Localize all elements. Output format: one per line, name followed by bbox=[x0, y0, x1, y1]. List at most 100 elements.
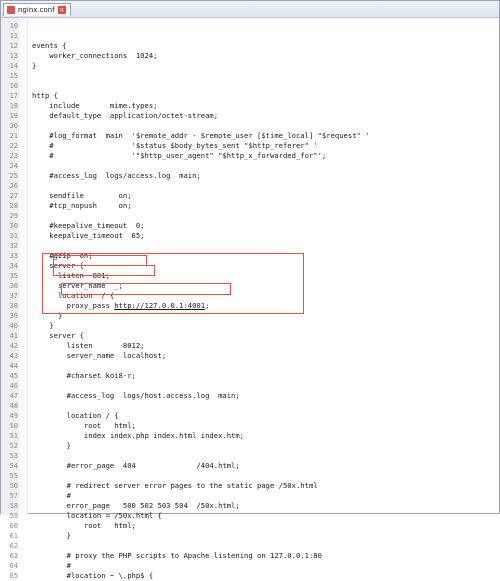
code-line[interactable]: 60 root html; bbox=[1, 521, 499, 531]
code-line[interactable]: 49 location / { bbox=[1, 411, 499, 421]
code-text: server { bbox=[32, 331, 84, 340]
code-line[interactable]: 54 #error_page 404 /404.html; bbox=[1, 461, 499, 471]
line-number: 65 bbox=[9, 572, 18, 580]
line-number: 57 bbox=[9, 492, 18, 500]
code-line[interactable]: 27 sendfile on; bbox=[1, 191, 499, 201]
code-line[interactable]: 25 #access_log logs/access.log main; bbox=[1, 171, 499, 181]
line-number: 39 bbox=[9, 312, 18, 320]
code-text: } bbox=[32, 61, 37, 70]
code-text: #keepalive_timeout 0; bbox=[32, 221, 145, 230]
line-number: 22 bbox=[9, 142, 18, 150]
line-number: 16 bbox=[9, 82, 18, 90]
line-number: 52 bbox=[9, 442, 18, 450]
code-line[interactable]: 13 worker_connections 1024; bbox=[1, 51, 499, 61]
code-text: location / { bbox=[32, 411, 119, 420]
code-line[interactable]: 63 # proxy the PHP scripts to Apache lis… bbox=[1, 551, 499, 561]
line-number: 43 bbox=[9, 352, 18, 360]
code-line[interactable]: 38 proxy_pass http://127.0.0.1:4001; bbox=[1, 301, 499, 311]
code-line[interactable]: 22 # '$status $body_bytes_sent "$http_re… bbox=[1, 141, 499, 151]
code-line[interactable]: 40 } bbox=[1, 321, 499, 331]
code-line[interactable]: 35 listen 801; bbox=[1, 271, 499, 281]
code-line[interactable]: 12 events { bbox=[1, 41, 499, 51]
code-editor[interactable]: 10 11 12 events {13 worker_connections 1024… bbox=[1, 18, 499, 580]
line-number: 41 bbox=[9, 332, 18, 340]
code-line[interactable]: 50 root html; bbox=[1, 421, 499, 431]
code-line[interactable]: 47 #access_log logs/host.access.log main… bbox=[1, 391, 499, 401]
code-line[interactable]: 36 server_name _; bbox=[1, 281, 499, 291]
line-number: 13 bbox=[9, 52, 18, 60]
code-line[interactable]: 42 listen 8012; bbox=[1, 341, 499, 351]
code-line[interactable]: 61 } bbox=[1, 531, 499, 541]
code-line[interactable]: 62 bbox=[1, 541, 499, 551]
line-number: 40 bbox=[9, 322, 18, 330]
file-icon bbox=[7, 6, 15, 14]
line-number: 35 bbox=[9, 272, 18, 280]
code-line[interactable]: 10 bbox=[1, 21, 499, 31]
code-text: keepalive_timeout 65; bbox=[32, 231, 145, 240]
line-number: 20 bbox=[9, 122, 18, 130]
code-line[interactable]: 37 location / { bbox=[1, 291, 499, 301]
code-text: # bbox=[32, 491, 71, 500]
code-line[interactable]: 21 #log_format main '$remote_addr - $rem… bbox=[1, 131, 499, 141]
code-line[interactable]: 32 bbox=[1, 241, 499, 251]
proxy-url-link[interactable]: http://127.0.0.1:4001 bbox=[114, 301, 205, 310]
line-number: 11 bbox=[9, 32, 18, 40]
code-line[interactable]: 48 bbox=[1, 401, 499, 411]
line-number: 33 bbox=[9, 252, 18, 260]
code-text: # bbox=[32, 561, 71, 570]
code-line[interactable]: 28 #tcp_nopush on; bbox=[1, 201, 499, 211]
code-text: #error_page 404 /404.html; bbox=[32, 461, 240, 470]
code-line[interactable]: 23 # '"$http_user_agent" "$http_x_forwar… bbox=[1, 151, 499, 161]
code-line[interactable]: 34 server { bbox=[1, 261, 499, 271]
line-number: 62 bbox=[9, 542, 18, 550]
code-line[interactable]: 64 # bbox=[1, 561, 499, 571]
code-line[interactable]: 11 bbox=[1, 31, 499, 41]
code-line[interactable]: 51 index index.php index.html index.htm; bbox=[1, 431, 499, 441]
code-text: error_page 500 502 503 504 /50x.html; bbox=[32, 501, 240, 510]
line-number: 44 bbox=[9, 362, 18, 370]
code-line[interactable]: 55 bbox=[1, 471, 499, 481]
code-line[interactable]: 17 http { bbox=[1, 91, 499, 101]
code-line[interactable]: 65 #location ~ \.php$ { bbox=[1, 571, 499, 581]
code-line[interactable]: 30 #keepalive_timeout 0; bbox=[1, 221, 499, 231]
line-number: 19 bbox=[9, 112, 18, 120]
code-text: server_name localhost; bbox=[32, 351, 167, 360]
line-number: 18 bbox=[9, 102, 18, 110]
code-text: #gzip on; bbox=[32, 251, 93, 260]
line-number: 29 bbox=[9, 212, 18, 220]
code-text: } bbox=[32, 441, 71, 450]
code-line[interactable]: 19 default_type application/octet-stream… bbox=[1, 111, 499, 121]
line-number: 37 bbox=[9, 292, 18, 300]
code-line[interactable]: 45 #charset koi8-r; bbox=[1, 371, 499, 381]
code-text: location = /50x.html { bbox=[32, 511, 162, 520]
code-line[interactable]: 46 bbox=[1, 381, 499, 391]
code-line[interactable]: 33 #gzip on; bbox=[1, 251, 499, 261]
code-line[interactable]: 41 server { bbox=[1, 331, 499, 341]
code-line[interactable]: 15 bbox=[1, 71, 499, 81]
code-line[interactable]: 57 # bbox=[1, 491, 499, 501]
code-line[interactable]: 44 bbox=[1, 361, 499, 371]
code-line[interactable]: 20 bbox=[1, 121, 499, 131]
code-line[interactable]: 39 } bbox=[1, 311, 499, 321]
line-number: 42 bbox=[9, 342, 18, 350]
code-line[interactable]: 59 location = /50x.html { bbox=[1, 511, 499, 521]
code-line[interactable]: 29 bbox=[1, 211, 499, 221]
code-text: # redirect server error pages to the sta… bbox=[32, 481, 318, 490]
code-text: root html; bbox=[32, 521, 136, 530]
tab-nginx-conf[interactable]: nginx.conf × bbox=[3, 3, 71, 16]
code-line[interactable]: 14} bbox=[1, 61, 499, 71]
line-number: 25 bbox=[9, 172, 18, 180]
close-icon[interactable]: × bbox=[57, 6, 66, 14]
code-line[interactable]: 52 } bbox=[1, 441, 499, 451]
code-line[interactable]: 26 bbox=[1, 181, 499, 191]
code-line[interactable]: 56 # redirect server error pages to the … bbox=[1, 481, 499, 491]
code-line[interactable]: 18 include mime.types; bbox=[1, 101, 499, 111]
code-line[interactable]: 58 error_page 500 502 503 504 /50x.html; bbox=[1, 501, 499, 511]
code-line[interactable]: 53 bbox=[1, 451, 499, 461]
code-text: default_type application/octet-stream; bbox=[32, 111, 219, 120]
code-line[interactable]: 31 keepalive_timeout 65; bbox=[1, 231, 499, 241]
code-line[interactable]: 16 bbox=[1, 81, 499, 91]
code-line[interactable]: 24 bbox=[1, 161, 499, 171]
code-text: } bbox=[32, 311, 63, 320]
code-line[interactable]: 43 server_name localhost; bbox=[1, 351, 499, 361]
